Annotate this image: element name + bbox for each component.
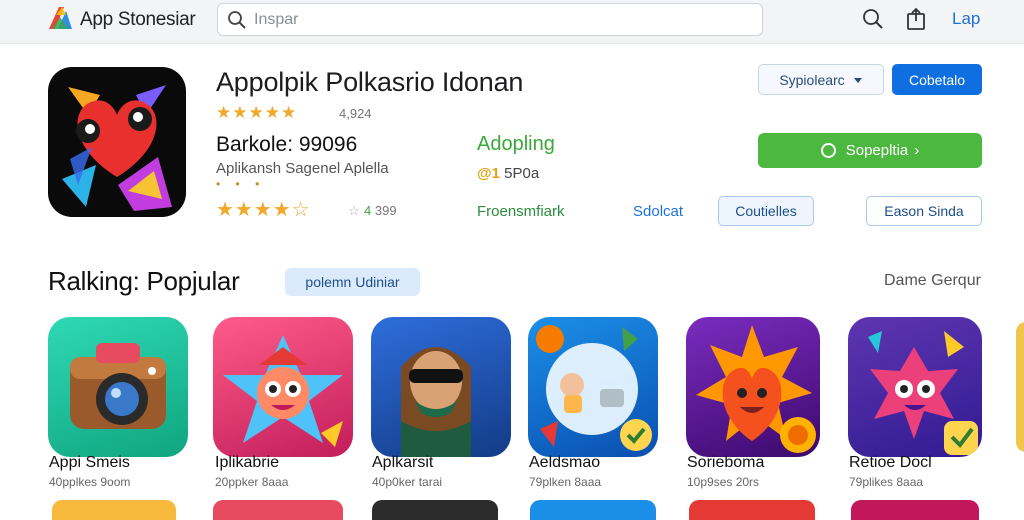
search-input[interactable] [254,8,734,32]
secondary-rating-stars: ★★★★☆ [216,199,311,221]
subtitle-dots: • • • [216,177,266,191]
see-all-link[interactable]: Dame Gerqur [884,272,981,290]
search-icon [228,11,246,29]
rating-count: 4,924 [339,106,372,121]
app-icon [48,67,186,217]
login-link[interactable]: Lap [952,9,980,29]
app-card-name[interactable]: Aplkarsit [372,454,433,472]
app-store-logo-icon[interactable] [46,5,76,31]
app-card-meta: 20ppker 8aaa [215,475,289,489]
next-row-card[interactable] [52,500,176,520]
options-dropdown-label: Sypiolearc [779,71,845,88]
section-title: Ralking: Popjular [48,266,240,296]
developer-meta: @1 5P0a [477,165,540,182]
next-row-card[interactable] [689,500,815,520]
developer-name[interactable]: Adopling [477,133,555,156]
app-card-name[interactable]: Aeldsmao [529,454,600,472]
app-card-icon[interactable] [686,317,820,457]
install-label: Sopepltia [845,142,909,159]
app-card-icon[interactable] [371,317,511,457]
brand-name: App Stonesiar [80,9,196,30]
primary-action-button[interactable]: Cobetalo [892,64,982,95]
section-filter-chip[interactable]: polemn Udiniar [285,268,420,296]
app-card-meta: 79plken 8aaa [529,475,602,489]
price-label: Barkole: 99096 [216,133,358,156]
app-card-name[interactable]: Iplikabrie [215,454,279,472]
developer-secondary-link[interactable]: Sdolcat [633,203,683,220]
app-card-icon[interactable] [848,317,982,457]
search-box[interactable] [217,3,763,36]
top-bar: App Stonesiar Lap [0,0,1024,44]
search-icon[interactable] [861,7,885,31]
secondary-button-2[interactable]: Eason Sinda [866,196,982,226]
developer-link[interactable]: Froensmfiark [477,203,565,220]
app-card-icon[interactable] [48,317,188,457]
app-title: Appolpik Polkasrio Idonan [216,67,524,97]
app-subtitle: Aplikansh Sagenel Aplella [216,160,389,177]
chevron-down-icon [853,77,862,83]
app-card-name[interactable]: Sorieboma [687,454,764,472]
app-card-meta: 40pplkes 9oom [49,475,131,489]
app-card-name[interactable]: Appi Smeis [49,454,130,472]
next-row-card[interactable] [213,500,343,520]
app-card-meta: 79plikes 8aaa [849,475,924,489]
next-row-card[interactable] [372,500,498,520]
secondary-rating-count: 4 399 [364,203,397,218]
share-icon[interactable] [904,7,928,31]
app-card-meta: 10p9ses 20rs [687,475,760,489]
install-ring-icon [820,143,836,158]
app-card-name[interactable]: Retioe Docl [849,454,932,472]
star-outline-icon: ☆ [348,203,360,218]
next-row-card[interactable] [530,500,656,520]
options-dropdown[interactable]: Sypiolearc [758,64,884,95]
rating-stars: ★★★★★ [216,103,298,122]
chevron-right-icon: › [914,142,920,159]
app-card-icon[interactable] [213,317,353,457]
install-button[interactable]: Sopepltia › [758,133,982,168]
next-row-card[interactable] [851,500,979,520]
partial-app-card[interactable] [1016,322,1024,452]
app-card-icon[interactable] [528,317,658,457]
secondary-button-1[interactable]: Coutielles [718,196,814,226]
app-card-meta: 40p0ker tarai [372,475,443,489]
